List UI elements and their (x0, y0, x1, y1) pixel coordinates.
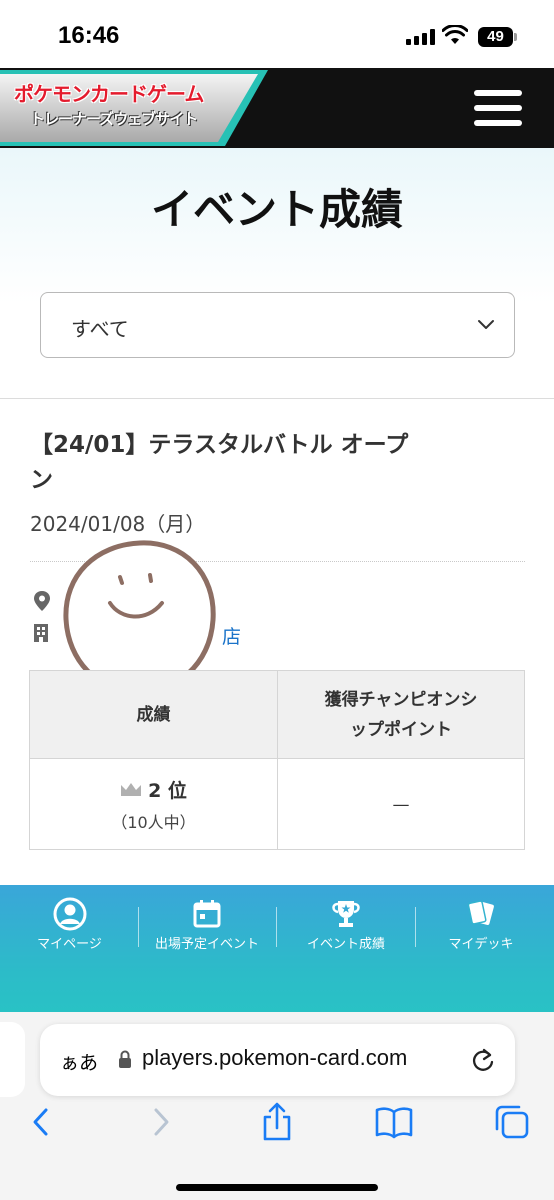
forward-icon[interactable] (140, 1102, 180, 1142)
filter-selected-value: すべて (71, 317, 129, 341)
nav-label: 出場予定イベント (154, 937, 259, 952)
chevron-down-icon (478, 320, 494, 329)
share-icon[interactable] (257, 1102, 297, 1142)
nav-separator (138, 907, 139, 947)
shop-name-link[interactable]: 店 (222, 622, 241, 649)
text-size-button[interactable]: ぁあ (60, 1048, 98, 1075)
bookmarks-icon[interactable] (374, 1102, 414, 1142)
event-date: 2024/01/08（月） (30, 512, 206, 536)
points-value: — (392, 794, 410, 815)
logo-title: ポケモンカードゲーム (14, 82, 204, 106)
reload-icon[interactable] (470, 1046, 496, 1074)
status-time: 16:46 (58, 22, 120, 49)
user-circle-icon (53, 897, 86, 931)
trophy-icon (332, 901, 360, 927)
crown-icon (121, 782, 142, 796)
home-indicator (176, 1184, 378, 1191)
nav-label: イベント成績 (306, 937, 385, 952)
rank-value: 2 位 (148, 780, 187, 802)
participants-count: （10人中） (111, 813, 196, 832)
page: 16:46 49 ポケモンカードゲーム トレーナーズウェブサイト イベント成績 … (0, 0, 554, 1200)
cellular-signal-icon (406, 29, 436, 45)
results-table: 成績 獲得チャンピオンシップポイント 2 位 （10人中） — (29, 670, 525, 850)
cards-icon (467, 900, 494, 925)
header-rank: 成績 (30, 671, 278, 759)
lock-icon (119, 1050, 131, 1068)
hamburger-icon[interactable] (472, 88, 524, 128)
logo-subtitle: トレーナーズウェブサイト (30, 110, 198, 128)
nav-separator (415, 907, 416, 947)
nav-label: マイページ (37, 937, 102, 952)
event-filter-select[interactable]: すべて (40, 292, 515, 358)
battery-icon: 49 (478, 27, 518, 47)
tabs-icon[interactable] (492, 1102, 532, 1142)
header-points: 獲得チャンピオンシップポイント (278, 671, 524, 759)
rank-cell: 2 位 （10人中） (30, 759, 278, 850)
event-title[interactable]: 【24/01】テラスタルバトル オープン (30, 428, 430, 498)
site-logo[interactable]: ポケモンカードゲーム トレーナーズウェブサイト (0, 68, 270, 148)
nav-mypage[interactable]: マイページ (22, 885, 117, 955)
site-header: ポケモンカードゲーム トレーナーズウェブサイト (0, 68, 554, 148)
calendar-icon (193, 900, 221, 928)
wifi-icon (442, 25, 468, 44)
points-cell: — (278, 759, 524, 850)
back-icon[interactable] (22, 1102, 62, 1142)
url-text: players.pokemon-card.com (142, 1045, 408, 1070)
nav-event-results[interactable]: イベント成績 (286, 885, 406, 955)
map-pin-icon (34, 591, 50, 611)
nav-label: マイデッキ (448, 937, 514, 952)
status-bar: 16:46 49 (0, 0, 554, 68)
divider (0, 398, 554, 399)
bottom-nav: マイページ 出場予定イベント イベント成績 マイデッキ (0, 885, 554, 1012)
browser-toolbar: ぁあ players.pokemon-card.com (0, 1012, 554, 1200)
address-bar[interactable]: ぁあ players.pokemon-card.com (40, 1024, 515, 1096)
battery-level: 49 (478, 27, 513, 47)
building-icon (34, 624, 48, 642)
nav-upcoming-events[interactable]: 出場予定イベント (146, 885, 268, 955)
previous-tab-edge[interactable] (0, 1022, 25, 1097)
nav-separator (276, 907, 277, 947)
page-title: イベント成績 (150, 185, 403, 234)
nav-my-deck[interactable]: マイデッキ (426, 885, 536, 955)
